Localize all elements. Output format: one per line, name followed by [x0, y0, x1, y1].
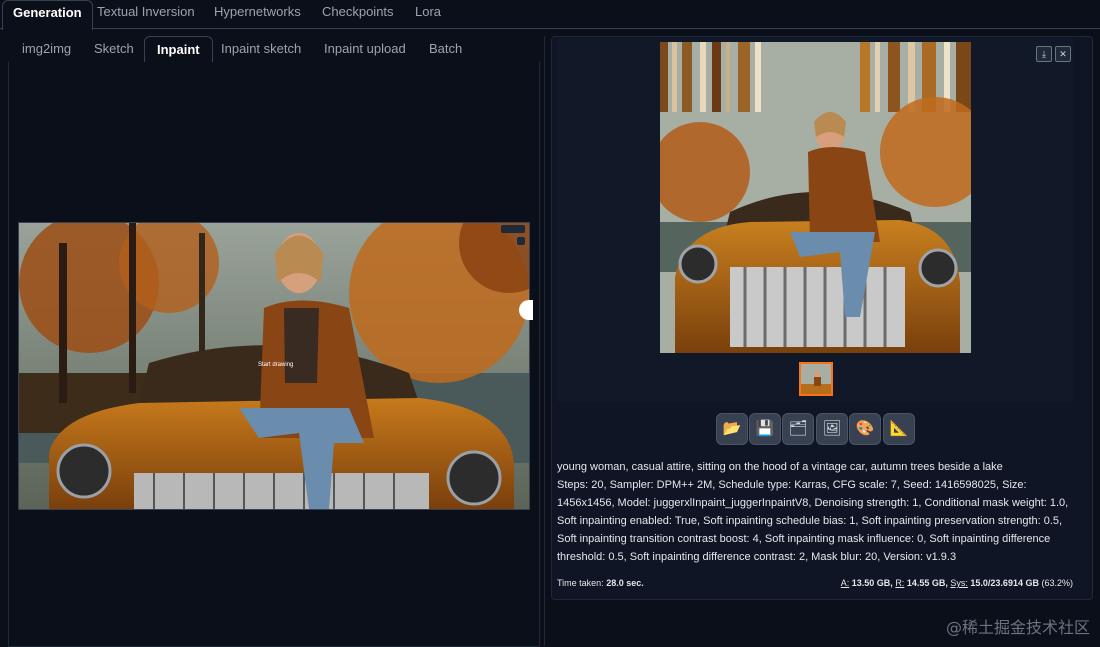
thumbnail-image: [801, 364, 831, 394]
gallery-thumbnail[interactable]: [799, 362, 833, 396]
tab-batch[interactable]: Batch: [429, 36, 462, 62]
image-icon: 🖼: [822, 420, 842, 437]
zip-icon: 🗂: [788, 420, 808, 437]
tab-inpaint-sketch[interactable]: Inpaint sketch: [221, 36, 301, 62]
tab-inpaint[interactable]: Inpaint: [144, 36, 213, 64]
main-tab-bar: Generation Textual Inversion Hypernetwor…: [0, 0, 1100, 30]
save-icon: 💾: [755, 420, 775, 437]
time-taken: Time taken: 28.0 sec.: [557, 578, 644, 588]
zip-button[interactable]: 🗂: [782, 413, 814, 445]
inpaint-canvas[interactable]: Start drawing: [18, 222, 530, 510]
img2img-tab-bar: img2img Sketch Inpaint Inpaint sketch In…: [8, 36, 538, 64]
mem-a-value: 13.50 GB,: [851, 578, 893, 588]
generated-image: [660, 42, 971, 353]
send-to-extras-button[interactable]: 📐: [883, 413, 915, 445]
panel-divider: [544, 36, 545, 646]
time-label: Time taken:: [557, 578, 604, 588]
download-icon[interactable]: ⤓: [1036, 46, 1052, 62]
mem-sys-value: 15.0/23.6914 GB: [970, 578, 1039, 588]
tab-inpaint-upload[interactable]: Inpaint upload: [324, 36, 406, 62]
send-to-inpaint-button[interactable]: 🎨: [849, 413, 881, 445]
canvas-toolbar[interactable]: [501, 225, 525, 233]
vram-usage: A: 13.50 GB, R: 14.55 GB, Sys: 15.0/23.6…: [841, 578, 1073, 588]
brush-settings-icon[interactable]: [517, 237, 525, 245]
tab-hypernetworks[interactable]: Hypernetworks: [214, 0, 301, 28]
tab-sketch[interactable]: Sketch: [94, 36, 134, 62]
folder-icon: 📂: [722, 420, 742, 437]
close-icon[interactable]: ✕: [1055, 46, 1071, 62]
tab-textual-inversion[interactable]: Textual Inversion: [97, 0, 195, 28]
save-button[interactable]: 💾: [749, 413, 781, 445]
send-to-img2img-button[interactable]: 🖼: [816, 413, 848, 445]
tab-lora[interactable]: Lora: [415, 0, 441, 28]
tab-img2img[interactable]: img2img: [22, 36, 71, 62]
canvas-hint-text: Start drawing: [258, 362, 294, 368]
mem-r-value: 14.55 GB,: [906, 578, 948, 588]
tab-checkpoints[interactable]: Checkpoints: [322, 0, 394, 28]
canvas-scroll-handle[interactable]: [519, 300, 533, 320]
open-folder-button[interactable]: 📂: [716, 413, 748, 445]
generation-info: young woman, casual attire, sitting on t…: [557, 458, 1073, 566]
mem-r-label: R:: [895, 578, 905, 588]
tab-generation[interactable]: Generation: [2, 0, 93, 30]
watermark: @稀土掘金技术社区: [945, 618, 1090, 637]
output-image[interactable]: [660, 42, 971, 353]
palette-icon: 🎨: [855, 420, 875, 437]
mem-a-label: A:: [840, 578, 850, 588]
mem-sys-label: Sys:: [950, 578, 968, 588]
ruler-icon: 📐: [889, 420, 909, 437]
time-value: 28.0 sec.: [606, 578, 644, 588]
params-text: Steps: 20, Sampler: DPM++ 2M, Schedule t…: [557, 479, 1069, 563]
prompt-text: young woman, casual attire, sitting on t…: [557, 461, 1003, 473]
mem-sys-percent: (63.2%): [1041, 578, 1073, 588]
